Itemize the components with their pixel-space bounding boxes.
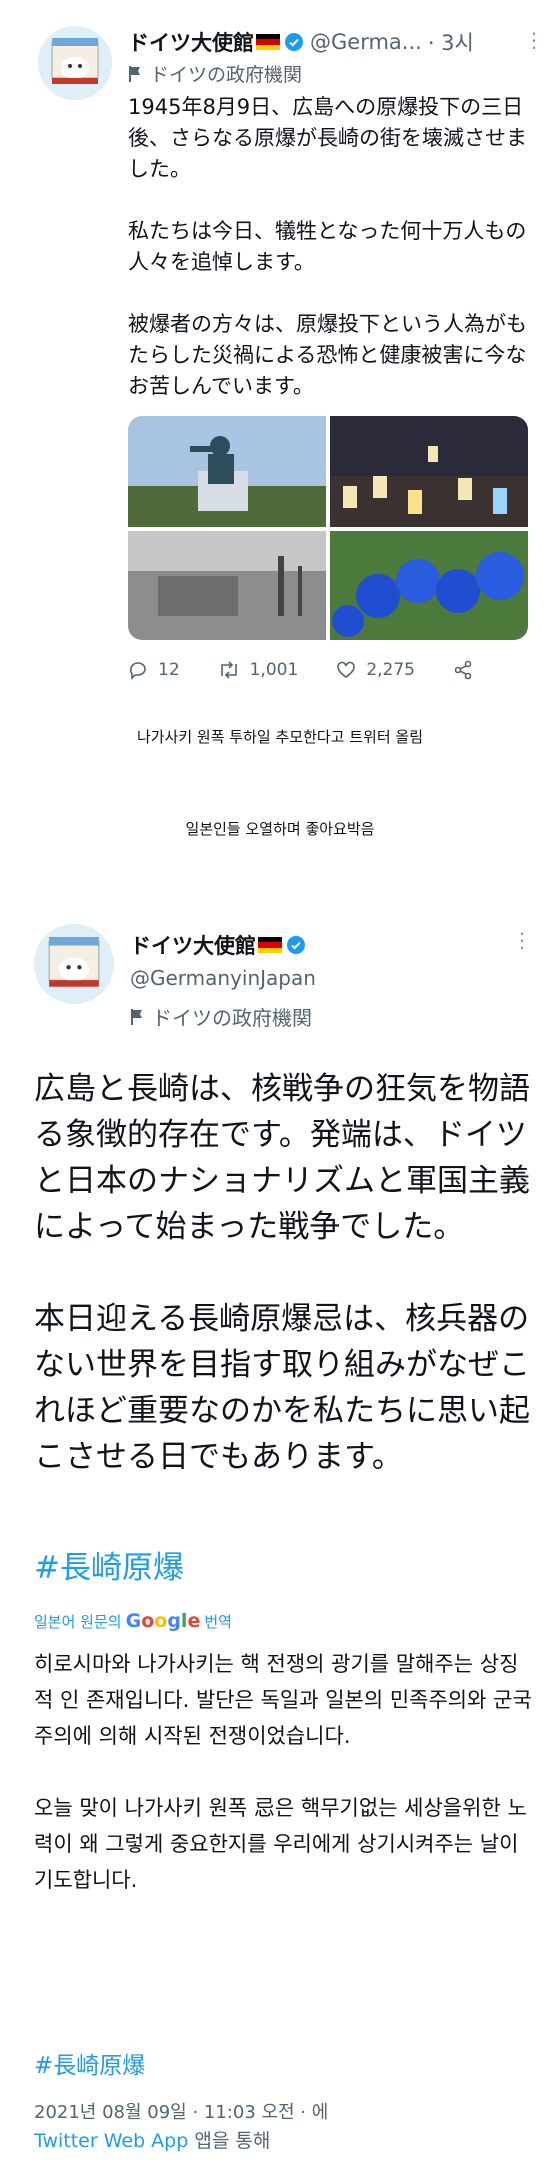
photo-peace-statue[interactable]: [128, 416, 326, 527]
tweet-paragraph: 私たちは今日、犠牲となった何十万人もの人々を追悼します。: [128, 219, 527, 274]
tweet-actions: 12 1,001 2,275: [128, 656, 528, 684]
heart-icon: [337, 661, 356, 678]
flag-icon: [131, 1008, 142, 1025]
more-icon[interactable]: ⋮: [512, 928, 532, 952]
caption-text: 나가사키 원폭 투하일 추모한다고 트위터 올림: [136, 728, 424, 746]
reply-count: 12: [158, 660, 180, 680]
reply-button[interactable]: 12: [128, 660, 180, 680]
like-count: 2,275: [366, 660, 415, 680]
tweet-text: 広島と長崎は、核戦争の狂気を物語る象徴的存在です。発端は、ドイツと日本のナショナ…: [34, 1066, 534, 1526]
more-icon[interactable]: ⋮: [524, 28, 544, 52]
avatar[interactable]: [38, 26, 112, 100]
tweet-2: ドイツ大使館 @GermanyinJapan ドイツの政府機関 ⋮ 広島と長崎は…: [0, 904, 560, 2160]
media-grid[interactable]: [128, 416, 528, 640]
translated-text: 히로시마와 나가사키는 핵 전쟁의 광기를 말해주는 상징적 인 존재입니다. …: [34, 1646, 534, 1934]
photo-ruins[interactable]: [128, 531, 326, 640]
translation-label[interactable]: 일본어 원문의 Google 번역: [34, 1610, 232, 1632]
retweet-count: 1,001: [249, 660, 299, 680]
hashtag-link[interactable]: #長崎原爆: [34, 1542, 184, 1587]
translated-paragraph: 히로시마와 나가사키는 핵 전쟁의 광기를 말해주는 상징적 인 존재입니다. …: [34, 1652, 532, 1748]
retweet-icon: [220, 661, 237, 679]
account-name-row: ドイツ大使館: [130, 930, 312, 960]
retweet-button[interactable]: 1,001: [218, 660, 299, 680]
photo-lanterns[interactable]: [330, 416, 528, 527]
account-name[interactable]: ドイツ大使館: [128, 27, 254, 57]
source-app-link[interactable]: Twitter Web App: [34, 2130, 188, 2152]
account-name[interactable]: ドイツ大使館: [130, 930, 256, 960]
account-handle[interactable]: @Germa...: [310, 30, 422, 54]
government-label: ドイツの政府機関: [130, 1002, 312, 1031]
tweet-1: ドイツ大使館 @Germa... · 3시 ⋮ ドイツの政府機関 1945年8月…: [0, 0, 560, 690]
google-logo: Google: [125, 1610, 201, 1632]
reply-icon: [130, 662, 146, 680]
german-flag-icon: [256, 34, 280, 50]
source-app-suffix: 앱을 통해: [194, 2130, 271, 2152]
account-handle[interactable]: @GermanyinJapan: [130, 966, 316, 990]
tweet-paragraph: 本日迎える長崎原爆忌は、核兵器のない世界を目指す取り組みがなぜこれほど重要なのか…: [34, 1301, 530, 1475]
tweet-date: 2021년 08월 09일 · 11:03 오전 · 에: [34, 2102, 329, 2123]
avatar[interactable]: [34, 924, 114, 1004]
hashtag-link[interactable]: #長崎原爆: [34, 2046, 145, 2080]
tweet-paragraph: 1945年8月9日、広島への原爆投下の三日後、さらなる原爆が長崎の街を壊滅させま…: [128, 95, 527, 181]
like-button[interactable]: 2,275: [336, 660, 415, 680]
translation-suffix: 번역: [204, 1612, 232, 1631]
source-app: Twitter Web App 앱을 통해: [34, 2126, 270, 2153]
share-button[interactable]: [453, 660, 483, 680]
tweet-paragraph: 広島と長崎は、核戦争の狂気を物語る象徴的存在です。発端は、ドイツと日本のナショナ…: [34, 1071, 530, 1245]
verified-badge-icon: [285, 33, 303, 51]
translation-prefix: 일본어 원문의: [34, 1612, 122, 1631]
timestamp: · 3시: [427, 31, 474, 55]
share-icon: [454, 660, 472, 680]
government-label-text: ドイツの政府機関: [150, 64, 303, 86]
tweet-header: ドイツ大使館 @Germa... · 3시: [128, 26, 538, 58]
translated-paragraph: 오늘 맞이 나가사키 원폭 忌은 핵무기없는 세상을위한 노력이 왜 그렇게 중…: [34, 1796, 527, 1892]
tweet-paragraph: 被爆者の方々は、原爆投下という人為がもたらした災禍による恐怖と健康被害に今なお苦…: [128, 312, 527, 398]
government-label-text: ドイツの政府機関: [152, 1006, 312, 1030]
tweet-text: 1945年8月9日、広島への原爆投下の三日後、さらなる原爆が長崎の街を壊滅させま…: [128, 92, 538, 433]
german-flag-icon: [258, 937, 282, 953]
verified-badge-icon: [287, 936, 305, 954]
photo-balloons[interactable]: [330, 531, 528, 640]
flag-icon: [129, 65, 140, 82]
government-label: ドイツの政府機関: [128, 60, 302, 87]
caption-text: 일본인들 오열하며 좋아요박음: [185, 820, 375, 838]
